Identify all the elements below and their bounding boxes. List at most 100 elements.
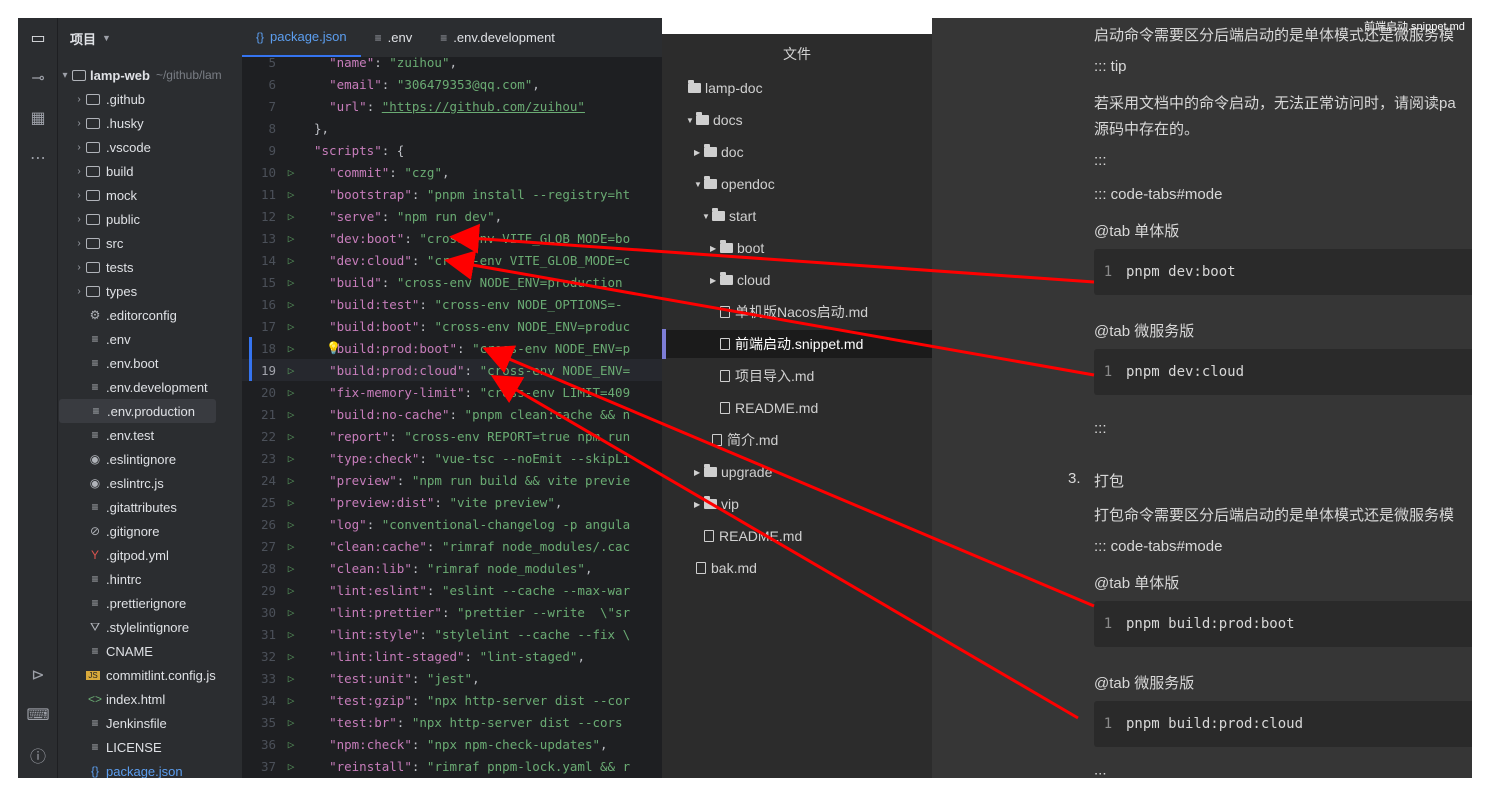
more-icon[interactable]: ⋯	[18, 143, 58, 173]
caret-right-icon[interactable]: ▶	[694, 500, 704, 509]
run-icon[interactable]: ▷	[282, 672, 300, 685]
run-icon[interactable]: ▷	[282, 232, 300, 245]
tree-item[interactable]: ⊘ .gitignore	[58, 519, 257, 543]
tree-item[interactable]: ≡ CNAME	[58, 639, 257, 663]
caret-down-icon[interactable]: ▼	[702, 212, 712, 221]
run-icon[interactable]: ▷	[282, 430, 300, 443]
file-tree-file[interactable]: 单机版Nacos启动.md	[662, 298, 932, 326]
tree-item[interactable]: ≡ .env.production	[59, 399, 216, 423]
tree-item[interactable]: <> index.html	[58, 687, 257, 711]
run-icon[interactable]: ▷	[282, 298, 300, 311]
file-tree-folder[interactable]: lamp-doc	[662, 74, 932, 102]
file-tree-folder[interactable]: ▶ doc	[662, 138, 932, 166]
run-icon[interactable]: ▷	[282, 188, 300, 201]
run-icon[interactable]: ▷	[282, 650, 300, 663]
run-icon[interactable]: ▷	[282, 320, 300, 333]
file-tree-folder[interactable]: ▶ cloud	[662, 266, 932, 294]
file-tree-folder[interactable]: ▶ boot	[662, 234, 932, 262]
caret-right-icon[interactable]: ▶	[694, 148, 704, 157]
file-tree-file[interactable]: 前端启动.snippet.md	[662, 330, 932, 358]
json-key: "name"	[329, 54, 375, 70]
terminal-icon[interactable]: ⌨	[18, 700, 58, 730]
caret-down-icon[interactable]: ▼	[686, 116, 696, 125]
file-tree-file[interactable]: 简介.md	[662, 426, 932, 454]
tree-item[interactable]: › src	[58, 231, 257, 255]
file-tree-folder[interactable]: ▼ docs	[662, 106, 932, 134]
run-icon[interactable]: ▷	[282, 606, 300, 619]
tree-item[interactable]: ≡ .env.development	[58, 375, 257, 399]
run-icon[interactable]: ▷	[282, 716, 300, 729]
run-icon[interactable]: ▷	[282, 738, 300, 751]
run-icon[interactable]: ▷	[282, 210, 300, 223]
run-icon[interactable]: ▷	[282, 628, 300, 641]
project-header[interactable]: 项目 ▼	[58, 18, 257, 58]
run-icon[interactable]: ▷	[282, 166, 300, 179]
file-tree-folder[interactable]: ▼ start	[662, 202, 932, 230]
tree-item[interactable]: ≡ .hintrc	[58, 567, 257, 591]
run-icon[interactable]: ▷	[282, 518, 300, 531]
tree-item[interactable]: › build	[58, 159, 257, 183]
run-icon[interactable]: ▷	[282, 584, 300, 597]
tree-item[interactable]: › tests	[58, 255, 257, 279]
file-tree-file[interactable]: README.md	[662, 522, 932, 550]
file-tree-folder[interactable]: ▶ upgrade	[662, 458, 932, 486]
run-icon[interactable]: ▷	[282, 408, 300, 421]
run-icon[interactable]: ▷	[282, 540, 300, 553]
json-value: "npx http-server dist --cor	[426, 692, 631, 708]
tree-item[interactable]: ≡ .prettierignore	[58, 591, 257, 615]
problems-icon[interactable]: ⓘ	[18, 740, 58, 770]
line-number: 5	[268, 54, 276, 70]
tree-item[interactable]: › .vscode	[58, 135, 257, 159]
tree-item[interactable]: ≡ .env.test	[58, 423, 257, 447]
lightbulb-icon[interactable]: 💡	[326, 341, 341, 355]
run-icon[interactable]: ▷	[282, 342, 300, 355]
caret-right-icon[interactable]: ▶	[694, 468, 704, 477]
tree-root[interactable]: ▾ lamp-web ~/github/lam	[58, 63, 257, 87]
tree-item[interactable]: ≡ .env	[58, 327, 257, 351]
run-icon[interactable]: ▷	[282, 496, 300, 509]
json-key: "fix-memory-limit"	[329, 384, 465, 400]
tree-item[interactable]: ≡ .env.boot	[58, 351, 257, 375]
tree-item[interactable]: ≡ LICENSE	[58, 735, 257, 759]
tree-item[interactable]: Y .gitpod.yml	[58, 543, 257, 567]
tree-item[interactable]: ⛛ .stylelintignore	[58, 615, 257, 639]
run-icon[interactable]: ▷	[282, 760, 300, 773]
run-icon[interactable]: ▷	[282, 474, 300, 487]
tree-item[interactable]: ⚙ .editorconfig	[58, 303, 257, 327]
tree-item[interactable]: › .husky	[58, 111, 257, 135]
commit-icon[interactable]: ⊸	[18, 63, 58, 93]
structure-icon[interactable]: ▦	[18, 103, 58, 133]
run-icon[interactable]: ▷	[282, 254, 300, 267]
run-icon[interactable]: ▷	[282, 694, 300, 707]
tree-item[interactable]: › mock	[58, 183, 257, 207]
json-colon: :	[366, 98, 382, 114]
file-tree-file[interactable]: bak.md	[662, 554, 932, 582]
document-icon	[696, 562, 706, 574]
file-tree-label: boot	[737, 240, 765, 256]
tree-item[interactable]: JS commitlint.config.js	[58, 663, 257, 687]
services-icon[interactable]: ⊳	[18, 660, 58, 690]
tree-item[interactable]: › .github	[58, 87, 257, 111]
run-icon[interactable]: ▷	[282, 364, 300, 377]
caret-right-icon[interactable]: ▶	[710, 244, 720, 253]
tree-item[interactable]: › public	[58, 207, 257, 231]
run-icon[interactable]: ▷	[282, 562, 300, 575]
file-tree-file[interactable]: README.md	[662, 394, 932, 422]
caret-right-icon[interactable]: ▶	[710, 276, 720, 285]
file-tree-folder[interactable]: ▼ opendoc	[662, 170, 932, 198]
code-text: "email": "306479353@qq.com",	[300, 77, 540, 92]
tree-item[interactable]: ◉ .eslintignore	[58, 447, 257, 471]
tree-item[interactable]: ≡ Jenkinsfile	[58, 711, 257, 735]
tip-body-2: 源码中存在的。	[1094, 121, 1200, 138]
run-icon[interactable]: ▷	[282, 452, 300, 465]
run-icon[interactable]: ▷	[282, 386, 300, 399]
run-icon[interactable]: ▷	[282, 276, 300, 289]
caret-down-icon[interactable]: ▼	[694, 180, 704, 189]
file-tree-folder[interactable]: ▶ vip	[662, 490, 932, 518]
tree-item[interactable]: › types	[58, 279, 257, 303]
tree-item[interactable]: ◉ .eslintrc.js	[58, 471, 257, 495]
tree-item[interactable]: {} package.json	[58, 759, 257, 779]
tree-item[interactable]: ≡ .gitattributes	[58, 495, 257, 519]
file-tree-file[interactable]: 项目导入.md	[662, 362, 932, 390]
folder-icon[interactable]: ▭	[18, 23, 58, 53]
